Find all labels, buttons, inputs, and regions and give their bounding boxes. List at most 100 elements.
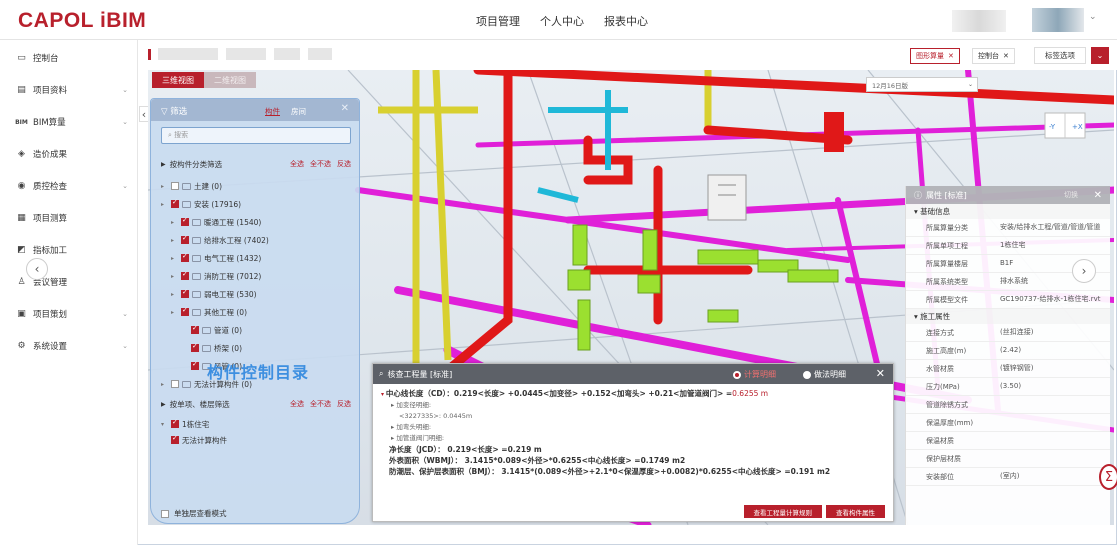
property-row: 连接方式 (丝扣连接)	[906, 324, 1110, 342]
sidebar-item-bim-quantity[interactable]: BIM BIM算量 ⌄	[0, 112, 138, 132]
nav-personal-center[interactable]: 个人中心	[540, 13, 584, 29]
group-basic-info[interactable]: ▾ 基础信息	[906, 204, 1110, 219]
sidebar-item-system-settings[interactable]: ⚙ 系统设置 ⌄	[0, 336, 138, 356]
sidebar-item-index-processing[interactable]: ◩ 指标加工	[0, 240, 138, 260]
tab-options-button[interactable]: 标签选项	[1034, 47, 1086, 64]
option-method-detail[interactable]: 做法明细	[803, 369, 846, 380]
sidebar-item-meeting[interactable]: ♙ 会议管理	[0, 272, 138, 292]
tree-item[interactable]: ▸ 其他工程 (0)	[171, 305, 247, 319]
caret-right-icon[interactable]: ▸	[171, 273, 178, 280]
select-all-link[interactable]: 全选	[290, 399, 304, 409]
tab-2d-view[interactable]: 二维视图	[204, 72, 256, 88]
select-none-link[interactable]: 全不选	[310, 399, 331, 409]
floor-item[interactable]: 无法计算构件	[171, 433, 227, 447]
close-icon[interactable]: ✕	[876, 367, 885, 380]
caret-right-icon[interactable]: ▸	[171, 309, 178, 316]
checkbox[interactable]	[171, 380, 179, 388]
version-date-value: 12月16日版	[872, 81, 909, 90]
checkbox[interactable]	[191, 324, 199, 334]
user-menu-chevron-icon[interactable]: ⌄	[1089, 12, 1097, 22]
radio-unchecked[interactable]	[803, 370, 811, 379]
section-by-item-floor[interactable]: ▶ 按单项、楼层筛选 全选 全不选 反选	[151, 395, 359, 413]
radio-checked[interactable]	[733, 370, 741, 379]
checkbox[interactable]	[181, 288, 189, 298]
tab-graphic-quantity[interactable]: 图形算量 ✕	[910, 48, 960, 64]
checkbox[interactable]	[191, 342, 199, 352]
tree-item[interactable]: 管道 (0)	[181, 323, 242, 337]
tree-item[interactable]: ▸ 安装 (17916)	[161, 197, 241, 211]
close-icon[interactable]: ✕	[1003, 52, 1009, 60]
checkbox[interactable]	[181, 270, 189, 280]
caret-right-icon[interactable]: ▸	[171, 291, 178, 298]
user-avatar[interactable]	[1032, 8, 1084, 32]
option-calc-detail[interactable]: 计算明细	[733, 369, 776, 380]
select-all-link[interactable]: 全选	[290, 159, 304, 169]
close-icon[interactable]: ✕	[1094, 190, 1102, 201]
filter-panel: ▽ 筛选 构件 房间 ✕ ⌕ 搜索 ▶ 按构件分类筛选 全选 全不选 反选 ▸ 土…	[150, 98, 360, 524]
caret-right-icon[interactable]: ▸	[161, 201, 168, 208]
tab-room[interactable]: 房间	[291, 106, 306, 117]
tab-console[interactable]: 控制台 ✕	[972, 48, 1015, 64]
tab-options-chevron-down-icon[interactable]: ⌄	[1091, 47, 1109, 64]
sigma-icon[interactable]: Σ	[1099, 464, 1117, 490]
invert-selection-link[interactable]: 反选	[337, 399, 351, 409]
checkbox[interactable]	[181, 216, 189, 226]
single-layer-mode-toggle[interactable]: 单独层查看模式	[161, 508, 227, 519]
view-component-attrs-button[interactable]: 查看构件属性	[826, 505, 885, 518]
chevron-left-icon[interactable]: ‹	[26, 258, 48, 280]
sidebar: ▭ 控制台 ▤ 项目资料 ⌄ BIM BIM算量 ⌄ ◈ 造价成果 ◉ 质控检查…	[0, 40, 138, 545]
property-value: 安装/给排水工程/管道/管道/管道	[1000, 223, 1101, 231]
sidebar-item-project-plan[interactable]: ▣ 项目策划 ⌄	[0, 304, 138, 324]
checkbox[interactable]	[161, 509, 169, 518]
checkbox[interactable]	[171, 418, 179, 428]
view-cube[interactable]: -Y +X	[1040, 105, 1090, 140]
checkbox[interactable]	[171, 434, 179, 444]
checkbox[interactable]	[191, 360, 199, 370]
cube-face-label: +X	[1072, 123, 1083, 131]
sidebar-item-quality-check[interactable]: ◉ 质控检查 ⌄	[0, 176, 138, 196]
version-date-select[interactable]: 12月16日版 ⌄	[866, 77, 978, 92]
view-calc-rules-button[interactable]: 查看工程量计算规则	[743, 505, 822, 518]
filter-search-input[interactable]: ⌕ 搜索	[161, 127, 351, 144]
tree-item[interactable]: ▸ 弱电工程 (530)	[171, 287, 257, 301]
sidebar-item-label: 质控检查	[33, 182, 68, 192]
checkbox[interactable]	[181, 234, 189, 244]
caret-right-icon[interactable]: ▸	[171, 255, 178, 262]
caret-right-icon[interactable]: ▸	[171, 237, 178, 244]
caret-right-icon[interactable]: ▸	[171, 219, 178, 226]
tree-item-label: 给排水工程 (7402)	[204, 235, 269, 245]
sidebar-item-console[interactable]: ▭ 控制台	[0, 48, 138, 68]
sidebar-item-cost-results[interactable]: ◈ 造价成果	[0, 144, 138, 164]
group-construction[interactable]: ▾ 施工属性	[906, 309, 1110, 324]
caret-right-icon[interactable]: ▸	[161, 381, 168, 388]
checkbox[interactable]	[181, 306, 189, 316]
close-icon[interactable]: ✕	[341, 103, 349, 114]
sidebar-item-project-estimate[interactable]: ▦ 项目测算	[0, 208, 138, 228]
tab-component[interactable]: 构件	[265, 106, 280, 117]
tree-item[interactable]: 桥架 (0)	[181, 341, 242, 355]
tree-item-label: 其他工程 (0)	[204, 307, 248, 317]
tree-item[interactable]: ▸ 暖通工程 (1540)	[171, 215, 261, 229]
blurred-user-info	[952, 10, 1006, 32]
tree-item[interactable]: ▸ 消防工程 (7012)	[171, 269, 261, 283]
close-icon[interactable]: ✕	[948, 52, 954, 60]
checkbox[interactable]	[171, 198, 179, 208]
switch-link[interactable]: 切换	[1064, 190, 1078, 200]
checkbox[interactable]	[171, 182, 179, 190]
tree-item[interactable]: ▸ 给排水工程 (7402)	[171, 233, 269, 247]
chevron-right-icon[interactable]: ›	[1072, 259, 1096, 283]
nav-project-management[interactable]: 项目管理	[476, 13, 520, 29]
section-by-component-category[interactable]: ▶ 按构件分类筛选 全选 全不选 反选	[151, 155, 359, 173]
checkbox[interactable]	[181, 252, 189, 262]
tree-item[interactable]: ▸ 土建 (0)	[161, 179, 222, 193]
invert-selection-link[interactable]: 反选	[337, 159, 351, 169]
tab-3d-view[interactable]: 三维视图	[152, 72, 204, 88]
nav-report-center[interactable]: 报表中心	[604, 13, 648, 29]
floor-item[interactable]: ▾ 1栋住宅	[161, 417, 209, 431]
sidebar-item-project-docs[interactable]: ▤ 项目资料 ⌄	[0, 80, 138, 100]
property-key: 所属算量分类	[926, 223, 968, 232]
app-logo[interactable]: CAPOL iBIM	[18, 9, 146, 33]
caret-right-icon[interactable]: ▸	[161, 183, 168, 190]
tree-item[interactable]: ▸ 电气工程 (1432)	[171, 251, 261, 265]
select-none-link[interactable]: 全不选	[310, 159, 331, 169]
